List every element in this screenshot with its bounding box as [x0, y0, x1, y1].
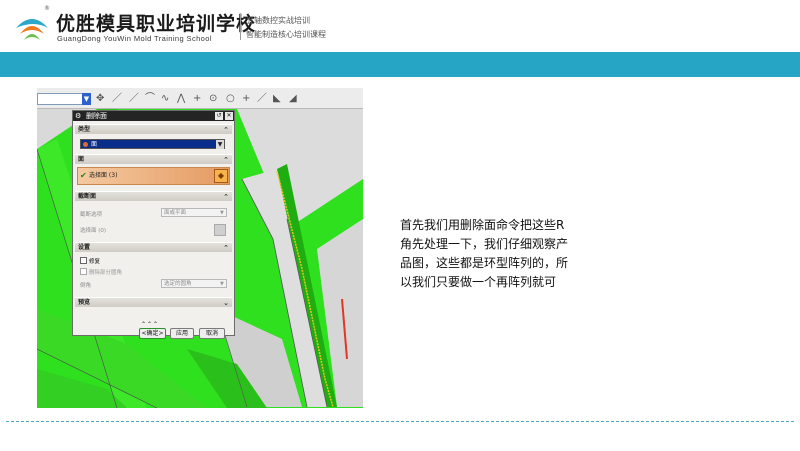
chevron-down-icon[interactable]: ▼: [216, 140, 224, 149]
cad-toolbar: ▼ ✥ ／ ／ ⌒ ∿ ⋀ + ⊙ ○ + ／ ◣ ◢: [37, 88, 363, 109]
dialog-title: 删除面: [86, 112, 107, 120]
line-icon[interactable]: ／: [257, 93, 267, 105]
select-face-row[interactable]: ✔ 选择面 (3) ◆: [77, 167, 230, 185]
repair-label: 修复: [89, 259, 101, 265]
registered-mark: ®: [44, 5, 50, 12]
chevron-down-icon[interactable]: ▼: [220, 209, 226, 216]
chevron-up-icon[interactable]: ⌃: [223, 155, 229, 165]
select-face-cube-icon[interactable]: ◆: [214, 169, 228, 183]
section-face-label: 面: [78, 156, 85, 163]
cut-method-value: 面或平面: [164, 210, 187, 216]
dialog-titlebar[interactable]: ⚙ 删除面 ↺ ✕: [73, 111, 234, 121]
section-type-label: 类型: [78, 126, 91, 133]
round-value: 选定的圆角: [164, 281, 192, 287]
slogan-line-2: 智能制造核心培训课程: [246, 30, 326, 39]
delete-partial-round-checkbox[interactable]: [80, 268, 87, 275]
apply-button[interactable]: 应用: [170, 328, 194, 339]
zigzag-icon[interactable]: ⋀: [177, 93, 185, 105]
section-preview-label: 预览: [78, 299, 91, 306]
arc-icon[interactable]: ⌒: [145, 93, 155, 105]
description-text: 首先我们用删除面命令把这些R 角先处理一下，我们仔细观察产 品图，这些都是环型阵…: [400, 216, 628, 292]
chevron-up-icon[interactable]: ⌃: [223, 192, 229, 202]
point-icon[interactable]: +: [193, 93, 201, 105]
header-band: [0, 52, 800, 77]
header-divider: [240, 14, 241, 40]
delete-face-dialog: ⚙ 删除面 ↺ ✕ 类型 ⌃ 面 ▼ 面 ⌃ ✔ 选择面 (3) ◆ 截断面 ⌃…: [72, 110, 235, 339]
reset-icon[interactable]: ↺: [215, 112, 223, 120]
cut-method-select[interactable]: 面或平面 ▼: [161, 208, 227, 217]
section-settings[interactable]: 设置 ⌃: [75, 242, 232, 252]
cad-screenshot: ▼ ✥ ／ ／ ⌒ ∿ ⋀ + ⊙ ○ + ／ ◣ ◢ ⚙ 删除面 ↺ ✕ 类型…: [37, 88, 363, 408]
section-type[interactable]: 类型 ⌃: [75, 124, 232, 134]
chevron-down-icon[interactable]: ▼: [220, 280, 226, 287]
footer-divider: [6, 421, 794, 422]
plus-icon[interactable]: +: [242, 93, 250, 105]
face-type-icon: [83, 142, 88, 147]
section-preview[interactable]: 预览 ⌄: [75, 297, 232, 307]
cancel-button[interactable]: 取消: [199, 328, 225, 339]
section-face[interactable]: 面 ⌃: [75, 154, 232, 164]
description-line: 品图，这些都是环型阵列的，所: [400, 256, 569, 270]
flag-icon[interactable]: ◣: [273, 93, 281, 105]
more-chevron-icon[interactable]: ⌃⌃⌃: [141, 321, 159, 328]
cut-method-label: 截断选项: [80, 212, 103, 218]
circle-icon[interactable]: ○: [226, 93, 235, 105]
gear-icon[interactable]: ⚙: [75, 111, 81, 121]
close-icon[interactable]: ✕: [225, 112, 233, 120]
delete-partial-round-label: 删除部分圆角: [89, 270, 123, 276]
section-cut-face-label: 截断面: [78, 193, 97, 200]
line-icon[interactable]: ／: [112, 93, 122, 105]
repair-checkbox[interactable]: [80, 257, 87, 264]
chevron-up-icon[interactable]: ⌃: [223, 125, 229, 135]
circle-icon[interactable]: ⊙: [209, 93, 217, 105]
round-select[interactable]: 选定的圆角 ▼: [161, 279, 227, 288]
select-face-label: 选择面 (3): [89, 172, 118, 179]
round-label: 倒角: [80, 283, 92, 289]
section-cut-face[interactable]: 截断面 ⌃: [75, 191, 232, 201]
line-icon[interactable]: ／: [129, 93, 139, 105]
type-select-value: 面: [91, 141, 98, 148]
section-settings-label: 设置: [78, 244, 91, 251]
logo-icon: [16, 19, 48, 40]
chevron-down-icon[interactable]: ▼: [82, 93, 91, 105]
checkmark-icon: ✔: [80, 171, 87, 180]
slogan-line-1: 五轴数控实战培训: [246, 16, 310, 25]
description-line: 角先处理一下，我们仔细观察产: [400, 237, 569, 251]
type-select[interactable]: 面 ▼: [80, 139, 225, 149]
school-name-en: GuangDong YouWin Mold Training School: [57, 34, 212, 43]
select-face-zero-label: 选择面 (0): [80, 228, 107, 234]
slide-header: ® 优胜模具职业培训学校 GuangDong YouWin Mold Train…: [0, 0, 800, 52]
chevron-up-icon[interactable]: ⌃: [223, 243, 229, 253]
school-name-cn: 优胜模具职业培训学校: [56, 13, 257, 35]
chevron-down-icon[interactable]: ⌄: [223, 298, 229, 308]
description-line: 以我们只要做一个再阵列就可: [400, 275, 557, 289]
select-face-cube-icon[interactable]: [214, 224, 226, 236]
spline-icon[interactable]: ∿: [161, 93, 169, 105]
ok-button[interactable]: <确定>: [139, 328, 166, 339]
pointer-icon[interactable]: ◢: [289, 93, 297, 105]
description-line: 首先我们用删除面命令把这些R: [400, 218, 565, 232]
move-icon[interactable]: ✥: [96, 93, 104, 105]
